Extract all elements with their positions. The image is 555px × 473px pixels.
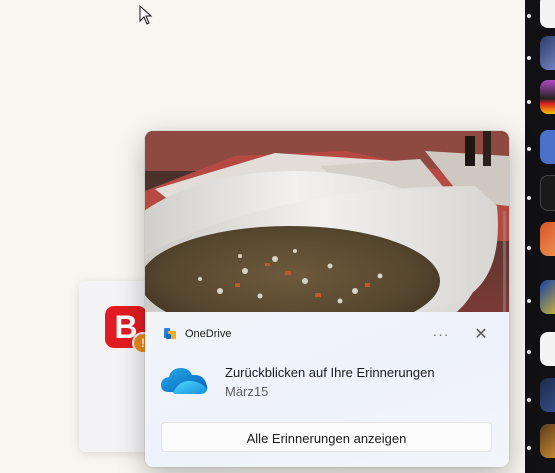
dock-indicator xyxy=(527,14,531,18)
dock-indicator xyxy=(527,246,531,250)
dock-indicator xyxy=(527,446,531,450)
dock-indicator xyxy=(527,299,531,303)
dock-app-icon[interactable] xyxy=(540,130,555,164)
onedrive-cloud-icon xyxy=(161,368,208,394)
dock-app-icon[interactable] xyxy=(540,332,555,366)
dock-indicator xyxy=(527,147,531,151)
dock-indicator xyxy=(527,398,531,402)
onedrive-app-icon xyxy=(164,328,176,339)
dock-app-icon[interactable] xyxy=(540,0,555,28)
dock-app-icon[interactable] xyxy=(540,378,555,412)
notification-date: März15 xyxy=(225,384,269,399)
mouse-pointer-icon xyxy=(139,5,153,25)
notification-toast[interactable]: OneDrive ··· ✕ Zurückblicken auf Ihre Er… xyxy=(145,131,509,467)
dock-app-icon[interactable] xyxy=(540,36,555,70)
notification-title: Zurückblicken auf Ihre Erinnerungen xyxy=(225,365,435,380)
close-icon[interactable]: ✕ xyxy=(468,322,494,348)
dock-app-icon[interactable] xyxy=(540,424,555,458)
dock-indicator xyxy=(527,100,531,104)
dock-app-icon[interactable] xyxy=(540,222,555,256)
dock-indicator xyxy=(527,350,531,354)
memory-photo xyxy=(145,131,509,312)
notification-body: OneDrive ··· ✕ Zurückblicken auf Ihre Er… xyxy=(145,312,509,467)
dock-app-icon[interactable] xyxy=(540,280,555,314)
view-memories-button[interactable]: Alle Erinnerungen anzeigen xyxy=(161,422,492,452)
dock-indicator xyxy=(527,196,531,200)
app-name-label: OneDrive xyxy=(185,328,232,340)
more-dots-icon[interactable]: ··· xyxy=(428,322,454,348)
taskbar-dock xyxy=(525,0,555,473)
dock-app-icon[interactable] xyxy=(540,175,555,211)
dock-indicator xyxy=(527,56,531,60)
dock-app-icon[interactable] xyxy=(540,80,555,114)
